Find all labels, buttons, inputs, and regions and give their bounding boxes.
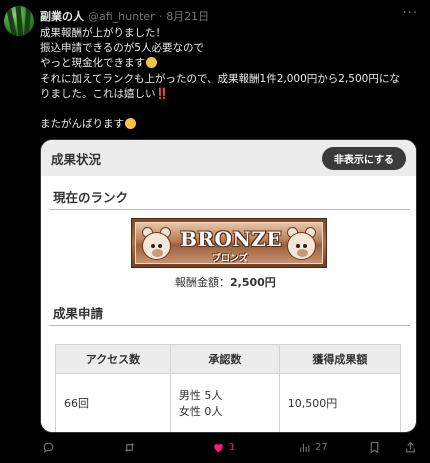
divider <box>49 209 410 210</box>
separator-dot: · <box>158 9 163 23</box>
grin-emoji-icon <box>146 57 157 69</box>
user-handle[interactable]: @afi_hunter <box>88 10 155 23</box>
divider <box>49 325 410 326</box>
views-icon <box>300 443 310 452</box>
reward-amount: 報酬金額：2,500円 <box>175 274 276 290</box>
reward-label: 報酬金額： <box>175 276 230 289</box>
retweet-icon <box>124 443 135 452</box>
views-button[interactable]: 27 <box>298 441 328 454</box>
share-icon <box>406 441 415 453</box>
tweet-header: 副業の人 @afi_hunter · 8月21日 <box>40 8 209 24</box>
tweet-line: やっと現金化できます <box>40 56 420 71</box>
view-count: 27 <box>315 442 328 453</box>
bookmark-button[interactable] <box>368 441 381 454</box>
tweet-line: それに加えてランクも上がったので、成果報酬1件2,000円から2,500円にな <box>40 72 400 85</box>
share-button[interactable] <box>404 441 417 454</box>
like-button[interactable]: 1 <box>212 441 235 454</box>
card-header: 成果状況 非表示にする <box>41 140 416 176</box>
like-count: 1 <box>229 442 236 453</box>
card-title: 成果状況 <box>51 152 102 167</box>
tweet-date[interactable]: 8月21日 <box>166 8 209 24</box>
smile-emoji-icon <box>125 118 136 130</box>
reply-icon <box>43 442 54 454</box>
reply-button[interactable] <box>42 441 59 454</box>
badge-word: BRONZE <box>180 227 283 251</box>
column-header: 承認数 <box>169 344 280 374</box>
column-header: 獲得成果額 <box>278 344 402 374</box>
double-exclamation-icon: ‼️ <box>155 87 169 100</box>
table-header-row: アクセス数 承認数 獲得成果額 <box>55 344 402 374</box>
tweet: 副業の人 @afi_hunter · 8月21日 ··· 成果報酬が上がりました… <box>0 0 430 463</box>
access-cell: 66回 <box>55 373 171 432</box>
bronze-badge: BRONZE ブロンズ <box>131 218 327 268</box>
rank-title: 現在のランク <box>53 190 129 205</box>
attached-image[interactable]: 成果状況 非表示にする 現在のランク BRONZE ブロンズ 報酬金額：2,50… <box>40 139 417 433</box>
display-name[interactable]: 副業の人 <box>40 8 84 24</box>
amount-cell: 10,500円 <box>278 373 402 432</box>
bear-icon <box>140 227 173 263</box>
tweet-line: 振込申請できるのが5人必要なので <box>40 42 204 55</box>
more-dots-icon[interactable]: ··· <box>403 6 418 21</box>
action-bar: 1 27 <box>0 441 430 459</box>
approved-cell: 男性 5人 女性 0人 <box>169 373 280 432</box>
table-row: 66回 男性 5人 女性 0人 10,500円 <box>55 373 402 432</box>
tweet-line: 成果報酬が上がりました！ <box>40 27 166 39</box>
bookmark-icon <box>370 442 379 454</box>
reward-value: 2,500円 <box>230 276 276 289</box>
apply-title: 成果申請 <box>53 306 104 321</box>
stats-table: アクセス数 承認数 獲得成果額 66回 男性 5人 女性 0人 10,500円 <box>55 344 402 432</box>
card-body: 現在のランク BRONZE ブロンズ 報酬金額：2,500円 成果申請 アクセス… <box>41 176 416 432</box>
tweet-text: 成果報酬が上がりました！ 振込申請できるのが5人必要なので やっと現金化できます… <box>40 26 420 132</box>
retweet-button[interactable] <box>123 441 140 454</box>
tweet-line: りました。これは嬉しい‼️ <box>40 87 169 100</box>
hide-button: 非表示にする <box>321 147 406 170</box>
column-header: アクセス数 <box>55 344 171 374</box>
heart-icon <box>214 443 223 453</box>
tweet-line: またがんばります <box>40 117 420 132</box>
avatar[interactable] <box>4 6 34 36</box>
badge-sub: ブロンズ <box>212 254 248 264</box>
bear-icon <box>285 227 318 263</box>
